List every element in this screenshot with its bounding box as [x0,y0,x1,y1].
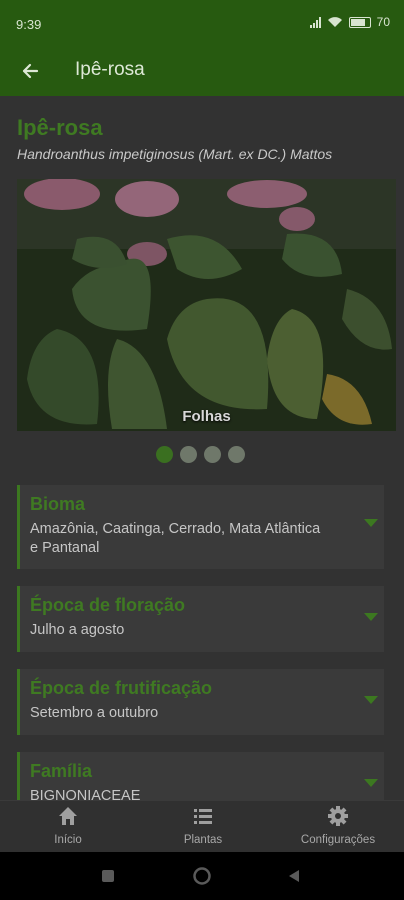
card-title: Família [30,761,93,781]
card-value: Setembro a outubro [30,705,159,721]
status-icons: 70 [309,15,390,29]
status-bar: 9:39 70 [0,0,404,46]
carousel-dot[interactable] [156,446,173,463]
battery-percent: 70 [376,15,390,29]
home-icon [59,807,77,825]
info-card-bioma[interactable]: Bioma Amazônia, Caatinga, Cerrado, Mata … [17,485,384,569]
card-title: Época de frutificação [30,678,213,698]
plant-photo-carousel[interactable]: Folhas [17,179,396,431]
photo-caption: Folhas [182,408,231,425]
chevron-down-icon[interactable] [364,696,378,704]
arrow-left-icon [22,63,39,79]
gear-icon [328,806,348,826]
nav-item-plantas[interactable]: Plantas [153,801,253,853]
back-button[interactable] [14,55,46,87]
carousel-dot[interactable] [180,446,197,463]
list-icon [194,809,212,824]
info-card-frutificacao[interactable]: Época de frutificação Setembro a outubro [17,669,384,735]
card-title: Bioma [30,494,86,514]
carousel-dot[interactable] [228,446,245,463]
back-nav-button[interactable] [287,869,301,883]
signal-icon [309,16,321,28]
plant-detail[interactable]: Ipê-rosa Handroanthus impetiginosus (Mar… [0,96,404,800]
card-value: Amazônia, Caatinga, Cerrado, Mata Atlânt… [30,521,321,556]
card-value: BIGNONIACEAE [30,788,141,800]
info-card-familia[interactable]: Família BIGNONIACEAE [17,752,384,800]
nav-label: Início [54,834,82,846]
plant-photo [17,179,396,431]
chevron-down-icon[interactable] [364,519,378,527]
recents-button[interactable] [101,869,115,883]
nav-label: Plantas [183,834,223,846]
nav-item-inicio[interactable]: Início [18,801,118,853]
carousel-dot[interactable] [204,446,221,463]
chevron-down-icon[interactable] [364,613,378,621]
app-bar-title: Ipê-rosa [75,59,145,80]
chevron-down-icon[interactable] [364,779,378,787]
home-button[interactable] [193,867,211,885]
carousel-indicator [156,446,245,463]
card-title: Época de floração [30,595,186,615]
bottom-navigation: Início Plantas Configurações [0,800,404,852]
status-time: 9:39 [16,17,42,32]
info-card-floracao[interactable]: Época de floração Julho a agosto [17,586,384,652]
nav-item-configuracoes[interactable]: Configurações [286,801,390,853]
scientific-name: Handroanthus impetiginosus (Mart. ex DC.… [17,146,333,162]
app-bar: Ipê-rosa [0,46,404,96]
plant-name: Ipê-rosa [17,115,103,140]
system-navigation-bar [0,852,404,900]
wifi-icon [327,17,342,27]
card-value: Julho a agosto [30,622,125,638]
battery-icon [348,16,371,28]
nav-label: Configurações [300,834,376,846]
